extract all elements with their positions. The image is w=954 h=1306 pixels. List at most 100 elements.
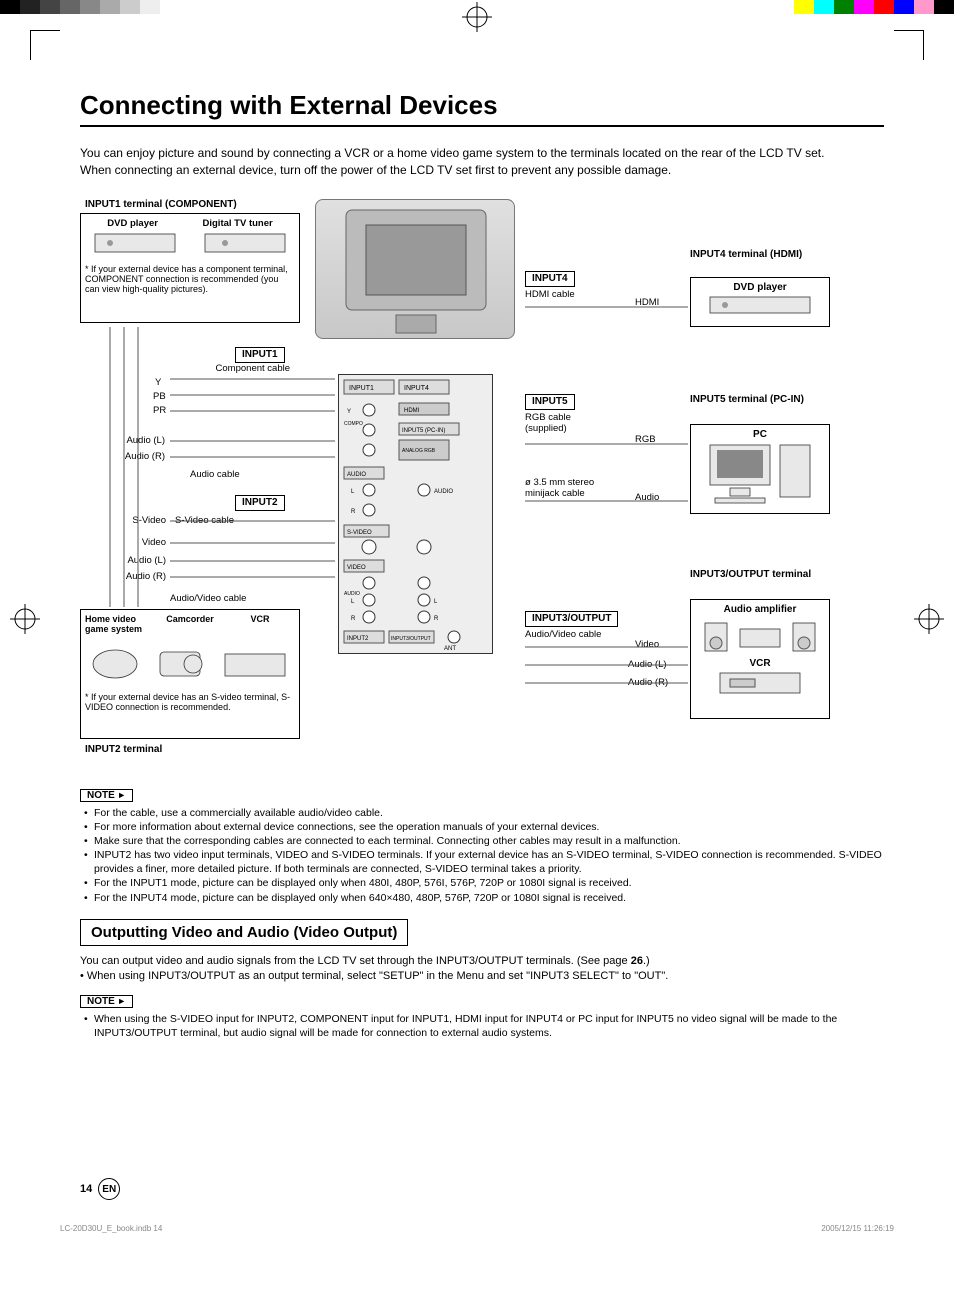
gray-swatches: [0, 0, 160, 14]
intro-line: You can enjoy picture and sound by conne…: [80, 145, 884, 162]
color-swatches: [794, 0, 954, 14]
input1-note: If your external device has a component …: [85, 264, 288, 295]
svg-text:HDMI: HDMI: [404, 408, 420, 414]
av-cable-label: Audio/Video cable: [525, 629, 601, 640]
svg-text:R: R: [351, 509, 356, 515]
intro-line: When connecting an external device, turn…: [80, 162, 884, 179]
device-icons: [85, 634, 295, 689]
note-tag: NOTE: [80, 789, 133, 802]
lang-badge: EN: [98, 1178, 120, 1200]
audio-cable-label: Audio cable: [190, 469, 240, 480]
input3-header: INPUT3/OUTPUT terminal: [690, 569, 830, 580]
notes-section-2: NOTE When using the S-VIDEO input for IN…: [80, 995, 884, 1040]
audio-l-label: Audio (L): [108, 555, 166, 566]
note-tag: NOTE: [80, 995, 133, 1008]
print-file: LC-20D30U_E_book.indb 14: [60, 1224, 162, 1233]
output-text: You can output video and audio signals f…: [80, 954, 884, 985]
rgb-cable-label: RGB cable (supplied): [525, 412, 585, 435]
tuner-label: Digital TV tuner: [203, 218, 273, 229]
dvd-label: DVD player: [695, 282, 825, 293]
print-date: 2005/12/15 11:26:19: [821, 1224, 894, 1233]
y-label: Y: [155, 377, 161, 388]
device-icons: [85, 229, 295, 259]
print-footer: LC-20D30U_E_book.indb 14 2005/12/15 11:2…: [0, 1220, 954, 1237]
audio-r-label: Audio (R): [108, 571, 166, 582]
output-line: When using INPUT3/OUTPUT as an output te…: [87, 970, 668, 982]
audio-r-label: Audio (R): [628, 677, 668, 688]
page-footer: 14 EN: [80, 1178, 884, 1200]
input1-box: DVD player Digital TV tuner * If your ex…: [80, 213, 300, 323]
page-number: 14: [80, 1183, 92, 1195]
svg-text:INPUT5 (PC-IN): INPUT5 (PC-IN): [402, 428, 445, 434]
tv-back-icon: [315, 199, 515, 339]
pr-label: PR: [153, 405, 166, 416]
registration-bar: [0, 0, 954, 20]
input4-tag: INPUT4: [525, 271, 575, 287]
svg-text:R: R: [434, 616, 439, 622]
dvd-label: DVD player: [107, 218, 158, 229]
rgb-label: RGB: [635, 434, 656, 445]
note-item: For the INPUT4 mode, picture can be disp…: [80, 891, 884, 905]
minijack-label: ø 3.5 mm stereo minijack cable: [525, 477, 615, 500]
pc-label: PC: [695, 429, 825, 440]
svg-text:AUDIO: AUDIO: [344, 591, 360, 597]
hdmi-cable-label: HDMI cable: [525, 289, 575, 300]
input1-tag: INPUT1: [235, 347, 285, 363]
svg-text:L: L: [434, 599, 438, 605]
comp-cable-label: Component cable: [210, 363, 290, 374]
note-item: For the INPUT1 mode, picture can be disp…: [80, 876, 884, 890]
input3-tag: INPUT3/OUTPUT: [525, 611, 618, 627]
output-line: .): [643, 955, 650, 967]
device-icon: [695, 669, 825, 699]
output-line: You can output video and audio signals f…: [80, 955, 631, 967]
device-icon: [695, 615, 825, 655]
audio-l-label: Audio (L): [628, 659, 667, 670]
svideo-cable-label: S-Video cable: [175, 515, 234, 526]
input4-box: DVD player: [690, 277, 830, 327]
svg-text:INPUT4: INPUT4: [404, 385, 429, 392]
cam-label: Camcorder: [155, 614, 225, 634]
game-label: Home video game system: [85, 614, 155, 634]
svideo-label: S-Video: [108, 515, 166, 526]
svg-text:INPUT2: INPUT2: [347, 636, 369, 642]
pb-label: PB: [153, 391, 166, 402]
input5-box: PC: [690, 424, 830, 514]
input5-header: INPUT5 terminal (PC-IN): [690, 394, 820, 405]
svg-text:R: R: [351, 616, 356, 622]
svg-text:COMPO: COMPO: [344, 421, 363, 427]
av-cable-label: Audio/Video cable: [170, 593, 246, 604]
audio-r-label: Audio (R): [105, 451, 165, 462]
svg-text:Y: Y: [347, 409, 351, 415]
output-section-title: Outputting Video and Audio (Video Output…: [80, 919, 408, 946]
input4-header: INPUT4 terminal (HDMI): [690, 249, 820, 260]
page-ref: 26: [631, 955, 643, 967]
video-label: Video: [108, 537, 166, 548]
connection-diagram: INPUT1 terminal (COMPONENT) DVD player D…: [80, 199, 884, 769]
note-item: INPUT2 has two video input terminals, VI…: [80, 848, 884, 876]
input2-box: Home video game system Camcorder VCR * I…: [80, 609, 300, 739]
svg-text:S-VIDEO: S-VIDEO: [347, 530, 372, 536]
note-item: For the cable, use a commercially availa…: [80, 806, 884, 820]
svg-text:ANT: ANT: [444, 646, 456, 652]
svg-text:INPUT3/OUTPUT: INPUT3/OUTPUT: [391, 636, 431, 642]
device-icon: [695, 440, 825, 505]
intro-text: You can enjoy picture and sound by conne…: [80, 145, 884, 179]
svg-text:VIDEO: VIDEO: [347, 565, 366, 571]
vcr-label: VCR: [225, 614, 295, 634]
input2-tag: INPUT2: [235, 495, 285, 511]
svg-text:INPUT1: INPUT1: [349, 385, 374, 392]
hdmi-label: HDMI: [635, 297, 659, 308]
input1-header: INPUT1 terminal (COMPONENT): [85, 199, 237, 210]
svg-text:L: L: [351, 599, 355, 605]
device-icon: [695, 293, 825, 317]
page-content: Connecting with External Devices You can…: [0, 20, 954, 1220]
note-item: When using the S-VIDEO input for INPUT2,…: [80, 1012, 884, 1040]
amp-label: Audio amplifier: [695, 604, 825, 615]
input3-box: Audio amplifier VCR: [690, 599, 830, 719]
terminal-panel: INPUT1 INPUT4 Y HDMI COMPO INPUT5 (PC-IN…: [338, 374, 493, 654]
svg-text:L: L: [351, 489, 355, 495]
svg-text:ANALOG RGB: ANALOG RGB: [402, 448, 436, 454]
video-label: Video: [635, 639, 659, 650]
vcr-label: VCR: [695, 658, 825, 669]
note-item: Make sure that the corresponding cables …: [80, 834, 884, 848]
